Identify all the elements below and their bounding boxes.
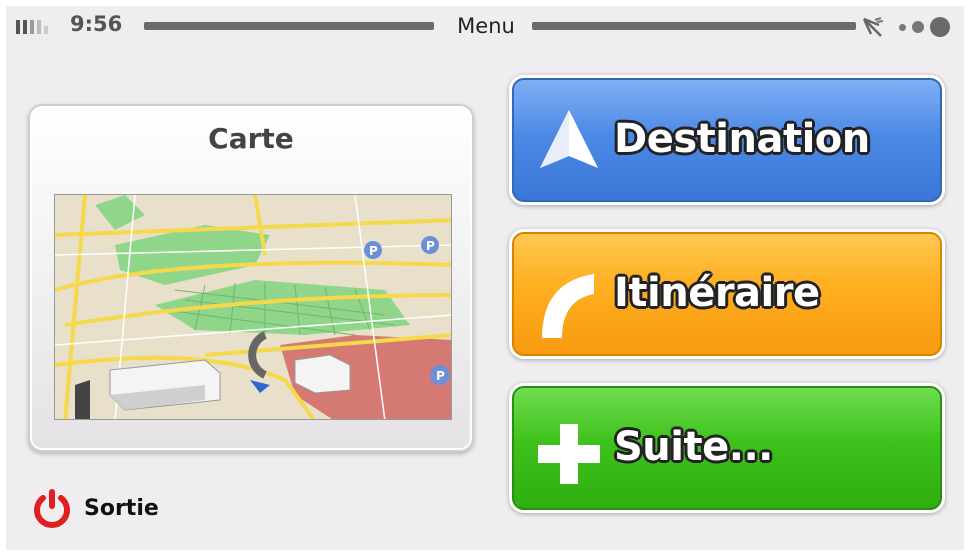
route-curve-icon — [542, 274, 594, 338]
destination-button[interactable]: Destination — [512, 78, 942, 202]
map-button[interactable]: Carte P P P — [28, 104, 474, 452]
status-bar: 9:56 Menu — [6, 6, 964, 46]
signal-bars-icon — [16, 18, 56, 34]
exit-button[interactable]: Sortie — [30, 486, 180, 534]
parking-marker: P — [430, 365, 450, 385]
navigation-arrow-icon — [540, 110, 598, 168]
3d-map-image: P P P — [55, 195, 451, 419]
status-divider-right — [532, 22, 856, 30]
itineraire-button[interactable]: Itinéraire — [512, 232, 942, 356]
power-icon — [34, 489, 70, 528]
status-dot — [930, 17, 950, 37]
menu-screen: 9:56 Menu Carte P P P Destination Itinér… — [6, 6, 964, 550]
status-dot — [912, 21, 924, 33]
satellite-dish-icon — [862, 17, 884, 37]
parking-marker: P — [421, 236, 439, 254]
map-title: Carte — [208, 122, 294, 155]
status-divider-left — [144, 22, 434, 30]
suite-button[interactable]: Suite... — [512, 386, 942, 510]
exit-label: Sortie — [84, 496, 159, 521]
status-dot — [899, 24, 906, 31]
plus-icon — [538, 424, 600, 484]
svg-text:P: P — [369, 244, 378, 258]
parking-marker: P — [364, 241, 382, 259]
svg-text:P: P — [436, 369, 445, 383]
clock: 9:56 — [70, 12, 123, 36]
svg-text:P: P — [426, 239, 435, 253]
itineraire-label: Itinéraire — [614, 270, 820, 316]
destination-label: Destination — [614, 116, 870, 162]
page-title: Menu — [457, 14, 515, 38]
map-preview: P P P — [54, 194, 452, 420]
suite-label: Suite... — [614, 424, 773, 470]
